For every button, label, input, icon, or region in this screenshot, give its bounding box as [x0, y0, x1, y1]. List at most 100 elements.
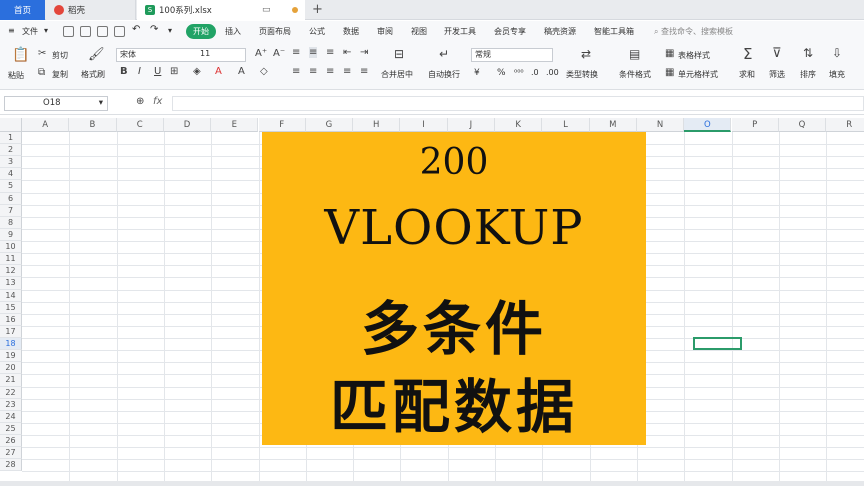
menu-resources[interactable]: 稿壳资源 [544, 26, 576, 37]
column-header[interactable]: O [684, 118, 732, 132]
menu-toolbox[interactable]: 智能工具箱 [594, 26, 634, 37]
filter-button[interactable]: 筛选 [769, 69, 785, 80]
save-icon[interactable] [63, 26, 74, 37]
row-header[interactable]: 7 [0, 204, 22, 217]
row-header[interactable]: 26 [0, 435, 22, 448]
column-header[interactable]: C [116, 118, 164, 132]
row-header[interactable]: 11 [0, 253, 22, 266]
fill-color-icon[interactable]: ◈ [193, 66, 201, 77]
table-style-icon[interactable]: ▦ [665, 48, 674, 59]
conditional-format-icon[interactable]: ▤ [629, 47, 640, 61]
print-icon[interactable] [97, 26, 108, 37]
row-header[interactable]: 15 [0, 301, 22, 314]
conditional-format-button[interactable]: 条件格式 [619, 69, 651, 80]
sort-icon[interactable]: ⇅ [803, 46, 813, 60]
cell-style-button[interactable]: 单元格样式 [678, 69, 718, 80]
indent-increase-icon[interactable]: ⇥ [360, 47, 368, 58]
name-box[interactable]: O18 ▾ [4, 96, 108, 111]
column-header[interactable]: N [636, 118, 685, 132]
table-style-button[interactable]: 表格样式 [678, 50, 710, 61]
fx-icon[interactable]: fx [153, 96, 162, 107]
tab-file[interactable]: S 100系列.xlsx [137, 0, 305, 20]
sum-button[interactable]: 求和 [739, 69, 755, 80]
row-header[interactable]: 21 [0, 374, 22, 387]
font-size-select[interactable]: 11 [196, 48, 246, 62]
horizontal-scrollbar[interactable] [0, 481, 864, 486]
filter-icon[interactable]: ⊽ [772, 46, 782, 61]
column-header[interactable]: E [211, 118, 259, 132]
distributed-icon[interactable]: ≡ [360, 66, 368, 77]
menu-developer[interactable]: 开发工具 [444, 26, 476, 37]
formula-input[interactable] [172, 96, 864, 111]
underline-icon[interactable]: U [154, 66, 161, 77]
row-header[interactable]: 18 [0, 338, 22, 351]
row-header[interactable]: 3 [0, 156, 22, 169]
row-header[interactable]: 23 [0, 398, 22, 411]
paste-icon[interactable]: 📋 [12, 47, 29, 63]
merge-center-button[interactable]: 合并居中 [381, 69, 413, 80]
selected-cell[interactable] [693, 337, 742, 350]
row-header[interactable]: 14 [0, 289, 22, 302]
add-tab-icon[interactable]: + [312, 2, 323, 17]
row-header[interactable]: 28 [0, 459, 22, 472]
tab-home[interactable]: 首页 [0, 0, 45, 20]
cell-style-icon[interactable]: ▦ [665, 67, 674, 78]
border-icon[interactable]: ⊞ [170, 66, 178, 77]
type-convert-icon[interactable]: ⇄ [581, 47, 591, 61]
column-header[interactable]: B [69, 118, 117, 132]
menu-page-layout[interactable]: 页面布局 [259, 26, 291, 37]
column-header[interactable]: H [353, 118, 401, 132]
column-header[interactable]: R [826, 118, 864, 132]
menu-insert[interactable]: 插入 [225, 26, 241, 37]
column-header[interactable]: M [589, 118, 637, 132]
percent-button[interactable]: % [497, 68, 506, 78]
menu-start[interactable]: 开始 [186, 24, 216, 39]
format-painter-button[interactable]: 格式刷 [81, 69, 105, 80]
column-header[interactable]: G [305, 118, 354, 132]
font-settings-icon[interactable]: A [238, 66, 245, 77]
column-header[interactable]: D [163, 118, 212, 132]
monitor-icon[interactable]: ▭ [262, 5, 271, 15]
merge-icon[interactable]: ⊟ [394, 47, 404, 61]
menu-review[interactable]: 审阅 [377, 26, 393, 37]
row-header[interactable]: 19 [0, 350, 22, 363]
number-format-select[interactable]: 常规 [471, 48, 553, 62]
export-icon[interactable] [80, 26, 91, 37]
row-header[interactable]: 8 [0, 216, 22, 229]
quick-access-chevron-icon[interactable]: ▾ [168, 26, 172, 35]
wrap-icon[interactable]: ↵ [439, 47, 449, 61]
scissors-icon[interactable]: ✂ [38, 48, 46, 59]
fill-button[interactable]: 填充 [829, 69, 845, 80]
row-header[interactable]: 5 [0, 180, 22, 193]
column-header[interactable]: Q [778, 118, 827, 132]
bold-icon[interactable]: B [120, 66, 128, 77]
row-header[interactable]: 1 [0, 132, 22, 145]
wrap-text-button[interactable]: 自动换行 [428, 69, 460, 80]
menu-view[interactable]: 视图 [411, 26, 427, 37]
select-all-corner[interactable] [0, 118, 22, 132]
column-header[interactable]: I [400, 118, 448, 132]
row-header[interactable]: 16 [0, 313, 22, 326]
row-header[interactable]: 22 [0, 386, 22, 399]
increase-decimal-icon[interactable]: .0 [531, 68, 539, 77]
paste-button[interactable]: 粘贴 [8, 70, 24, 81]
copy-button[interactable]: 复制 [52, 69, 68, 80]
tab-daoke[interactable]: 稻壳 [46, 0, 136, 20]
menu-member[interactable]: 会员专享 [494, 26, 526, 37]
currency-button[interactable]: ¥ [474, 68, 480, 78]
menu-formulas[interactable]: 公式 [309, 26, 325, 37]
chevron-down-icon[interactable]: ▾ [44, 26, 48, 35]
zoom-icon[interactable]: ⊕ [136, 96, 144, 107]
row-header[interactable]: 17 [0, 325, 22, 339]
align-top-icon[interactable]: ≡ [292, 47, 300, 58]
column-header[interactable]: L [542, 118, 590, 132]
align-middle-icon[interactable]: ≡ [309, 47, 318, 58]
italic-icon[interactable]: I [138, 66, 141, 77]
row-header[interactable]: 24 [0, 410, 22, 423]
row-header[interactable]: 6 [0, 192, 22, 205]
align-left-icon[interactable]: ≡ [292, 66, 300, 77]
hamburger-icon[interactable]: ≡ [8, 26, 15, 35]
redo-icon[interactable]: ↷ [150, 24, 158, 35]
decrease-decimal-icon[interactable]: .00 [546, 68, 559, 77]
eraser-icon[interactable]: ◇ [260, 66, 268, 77]
